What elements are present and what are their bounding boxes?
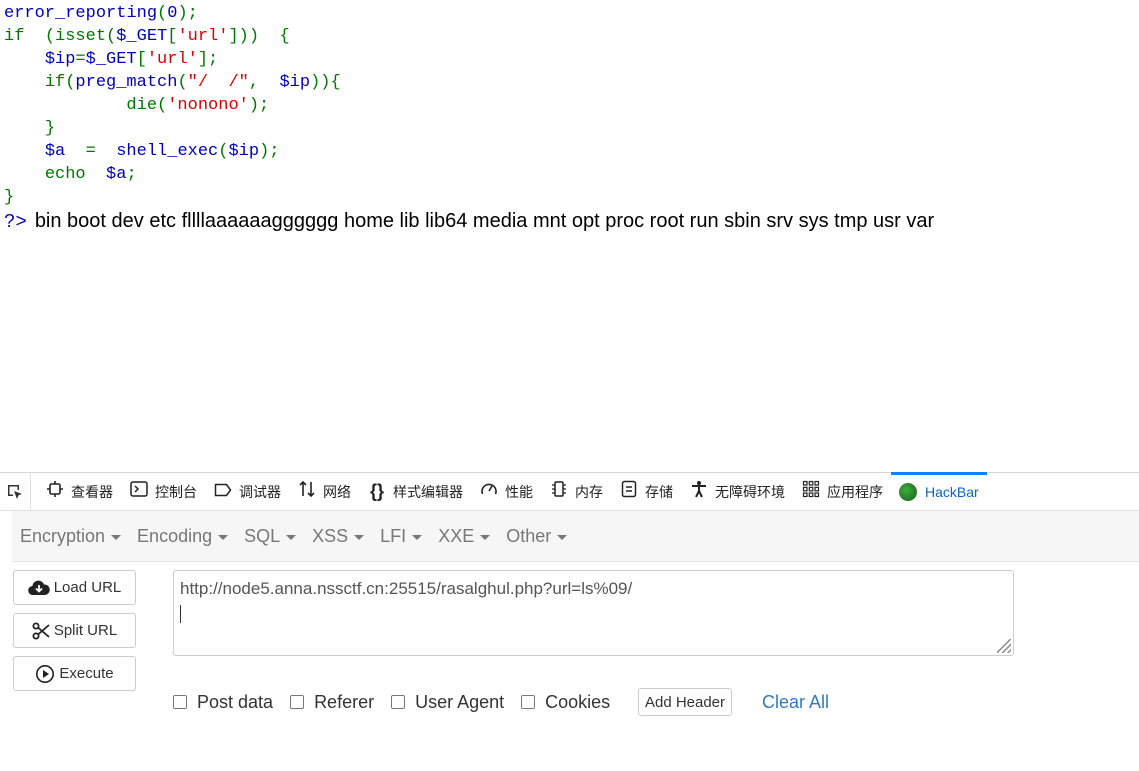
chevron-down-icon <box>286 534 297 540</box>
request-options: Post data Referer User Agent Cookies <box>173 687 627 717</box>
execute-button[interactable]: Execute <box>13 656 136 691</box>
menu-lfi[interactable]: LFI <box>372 526 430 547</box>
url-text: http://node5.anna.nssctf.cn:25515/rasalg… <box>180 579 633 598</box>
memory-icon <box>549 480 569 503</box>
tab-label: 网络 <box>323 483 351 500</box>
menu-encoding[interactable]: Encoding <box>129 526 236 547</box>
chevron-down-icon <box>412 534 423 540</box>
style-editor-icon: {} <box>369 481 384 501</box>
post-data-checkbox[interactable]: Post data <box>173 692 273 713</box>
tab-debugger[interactable]: 调试器 <box>205 473 289 510</box>
tab-label: 查看器 <box>71 483 113 500</box>
php-close-tag: ?> <box>4 211 27 233</box>
chevron-down-icon <box>111 534 122 540</box>
clear-all-link[interactable]: Clear All <box>762 688 829 716</box>
network-icon <box>297 480 317 503</box>
scissors-icon <box>32 622 50 640</box>
tab-label: 调试器 <box>239 483 281 500</box>
user-agent-checkbox[interactable]: User Agent <box>391 692 504 713</box>
code-line-2: if (isset($_GET['url'])) { <box>4 27 290 46</box>
tab-style-editor[interactable]: {} 样式编辑器 <box>359 473 471 510</box>
tab-label: 内存 <box>575 483 603 500</box>
load-url-button[interactable]: Load URL <box>13 570 136 605</box>
cloud-download-icon <box>27 580 50 596</box>
menu-other[interactable]: Other <box>498 526 575 547</box>
code-line-1: error_reporting(0); <box>4 4 198 23</box>
console-icon <box>129 481 149 502</box>
tab-accessibility[interactable]: 无障碍环境 <box>681 473 793 510</box>
tab-label: 无障碍环境 <box>715 483 785 500</box>
application-icon <box>801 480 821 503</box>
output-line: ?> bin boot dev etc fllllaaaaaagggggg hom… <box>4 208 934 235</box>
tab-inspector[interactable]: 查看器 <box>37 473 121 510</box>
tab-performance[interactable]: 性能 <box>471 473 541 510</box>
tab-network[interactable]: 网络 <box>289 473 359 510</box>
tab-label: 存储 <box>645 483 673 500</box>
tab-label: 控制台 <box>155 483 197 500</box>
performance-icon <box>479 481 499 502</box>
hackbar-icon <box>899 482 917 501</box>
cookies-checkbox[interactable]: Cookies <box>521 692 610 713</box>
code-line-7: $a = shell_exec($ip); <box>44 142 280 161</box>
element-picker-icon[interactable] <box>0 473 31 510</box>
php-source: error_reporting(0); if (isset($_GET['url… <box>4 2 341 209</box>
tab-application[interactable]: 应用程序 <box>793 473 891 510</box>
chevron-down-icon <box>480 534 491 540</box>
tab-hackbar[interactable]: HackBar <box>891 472 987 510</box>
command-output: bin boot dev etc fllllaaaaaagggggg home … <box>34 210 935 232</box>
add-header-button[interactable]: Add Header <box>638 688 732 716</box>
referer-checkbox[interactable]: Referer <box>290 692 374 713</box>
tab-label: 性能 <box>505 483 533 500</box>
devtools-tabbar: 查看器 控制台 调试器 网络 {} 样式编辑器 性能 内存 存储 无障碍环境 应… <box>0 472 1139 511</box>
tab-console[interactable]: 控制台 <box>121 473 205 510</box>
tab-label: 应用程序 <box>827 483 883 500</box>
code-line-5: die('nonono'); <box>126 96 270 115</box>
play-circle-icon <box>35 664 55 684</box>
tab-memory[interactable]: 内存 <box>541 473 611 510</box>
chevron-down-icon <box>354 534 365 540</box>
text-cursor <box>180 605 181 623</box>
tab-label: 样式编辑器 <box>393 483 463 500</box>
url-textarea[interactable]: http://node5.anna.nssctf.cn:25515/rasalg… <box>173 570 1014 656</box>
resize-grip-icon[interactable] <box>997 639 1011 653</box>
code-line-4: if(preg_match("/ /", $ip)){ <box>44 73 341 92</box>
menu-sql[interactable]: SQL <box>236 526 304 547</box>
chevron-down-icon <box>557 534 568 540</box>
menu-xxe[interactable]: XXE <box>430 526 498 547</box>
code-line-6: } <box>44 119 56 138</box>
hackbar-menu: Encryption Encoding SQL XSS LFI XXE Othe… <box>12 511 1139 562</box>
chevron-down-icon <box>218 534 229 540</box>
accessibility-icon <box>689 480 709 503</box>
devtools-panel: 查看器 控制台 调试器 网络 {} 样式编辑器 性能 内存 存储 无障碍环境 应… <box>0 472 1139 771</box>
code-line-9: } <box>4 188 15 207</box>
inspector-icon <box>45 481 65 502</box>
menu-xss[interactable]: XSS <box>304 526 372 547</box>
code-line-8: echo $a; <box>44 165 137 184</box>
menu-encryption[interactable]: Encryption <box>12 526 129 547</box>
tab-storage[interactable]: 存储 <box>611 473 681 510</box>
storage-icon <box>619 480 639 503</box>
debugger-icon <box>213 481 233 502</box>
code-line-3: $ip=$_GET['url']; <box>44 50 219 69</box>
tab-label: HackBar <box>925 483 979 500</box>
split-url-button[interactable]: Split URL <box>13 613 136 648</box>
